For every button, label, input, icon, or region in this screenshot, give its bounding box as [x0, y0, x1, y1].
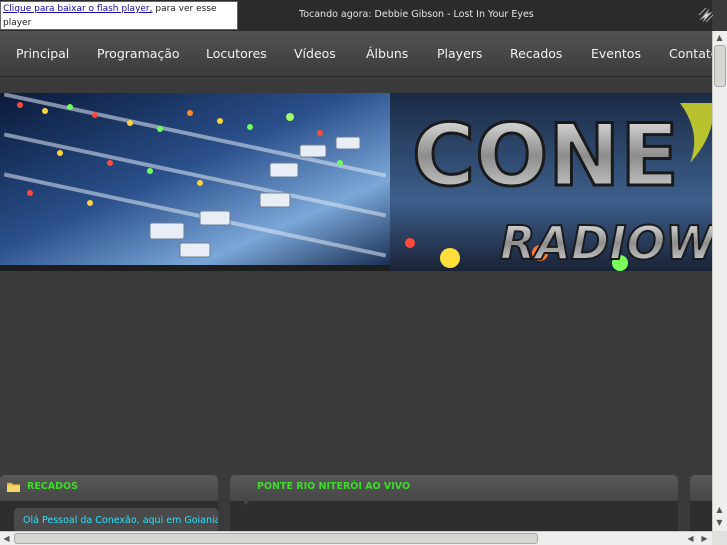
- nav-albuns[interactable]: Álbuns: [366, 46, 408, 61]
- nav-videos[interactable]: Vídeos: [294, 46, 336, 61]
- flash-player-notice: Clique para baixar o flash player, para …: [0, 1, 238, 30]
- scroll-right-icon[interactable]: ▶: [698, 532, 711, 545]
- nav-programacao[interactable]: Programação: [97, 46, 180, 61]
- header-banner: CONE RADIOW: [0, 93, 712, 271]
- vertical-scrollbar[interactable]: ▲ ▲ ▼: [712, 31, 727, 531]
- ponte-panel-body: [230, 501, 678, 531]
- vertical-scroll-thumb[interactable]: [714, 45, 726, 87]
- nav-locutores[interactable]: Locutores: [206, 46, 267, 61]
- nav-players[interactable]: Players: [437, 46, 482, 61]
- ponte-panel-header: PONTE RIO NITERÓI AO VIVO: [230, 475, 678, 501]
- recados-title: RECADOS: [27, 481, 78, 492]
- site-logo-icon: [698, 7, 714, 23]
- third-panel-header: [690, 475, 712, 501]
- scroll-left-icon[interactable]: ◀: [684, 532, 697, 545]
- panel-pointer-icon: [240, 497, 252, 505]
- recados-panel-header: RECADOS: [0, 475, 218, 501]
- nav-recados[interactable]: Recados: [510, 46, 562, 61]
- logo-top-text: CONE: [412, 106, 679, 206]
- nav-principal[interactable]: Principal: [16, 46, 69, 61]
- radio-logo-image: CONE RADIOW: [390, 93, 712, 271]
- ponte-title: PONTE RIO NITERÓI AO VIVO: [257, 481, 411, 492]
- main-nav: Principal Programação Locutores Vídeos Á…: [0, 31, 712, 77]
- top-bar: Clique para baixar o flash player, para …: [0, 0, 714, 31]
- scroll-down-icon[interactable]: ▼: [713, 516, 726, 529]
- mixer-console-image: [0, 93, 390, 265]
- scroll-left-icon[interactable]: ◀: [0, 532, 13, 545]
- nav-eventos[interactable]: Eventos: [591, 46, 641, 61]
- folder-icon: [7, 482, 20, 492]
- flash-download-link[interactable]: Clique para baixar o flash player,: [3, 4, 153, 14]
- now-playing-text: Tocando agora: Debbie Gibson - Lost In Y…: [299, 9, 534, 20]
- third-panel-body: [690, 501, 712, 531]
- scroll-up-icon[interactable]: ▲: [713, 503, 726, 516]
- scroll-up-icon[interactable]: ▲: [713, 31, 726, 44]
- horizontal-scrollbar[interactable]: ◀ ◀ ▶: [0, 531, 712, 545]
- scrollbar-corner: [712, 531, 727, 545]
- logo-bottom-text: RADIOW: [500, 216, 712, 270]
- nav-contato[interactable]: Contato: [669, 46, 712, 61]
- recado-message[interactable]: Olá Pessoal da Conexão, aqui em Goiania: [14, 508, 218, 532]
- horizontal-scroll-thumb[interactable]: [14, 533, 538, 544]
